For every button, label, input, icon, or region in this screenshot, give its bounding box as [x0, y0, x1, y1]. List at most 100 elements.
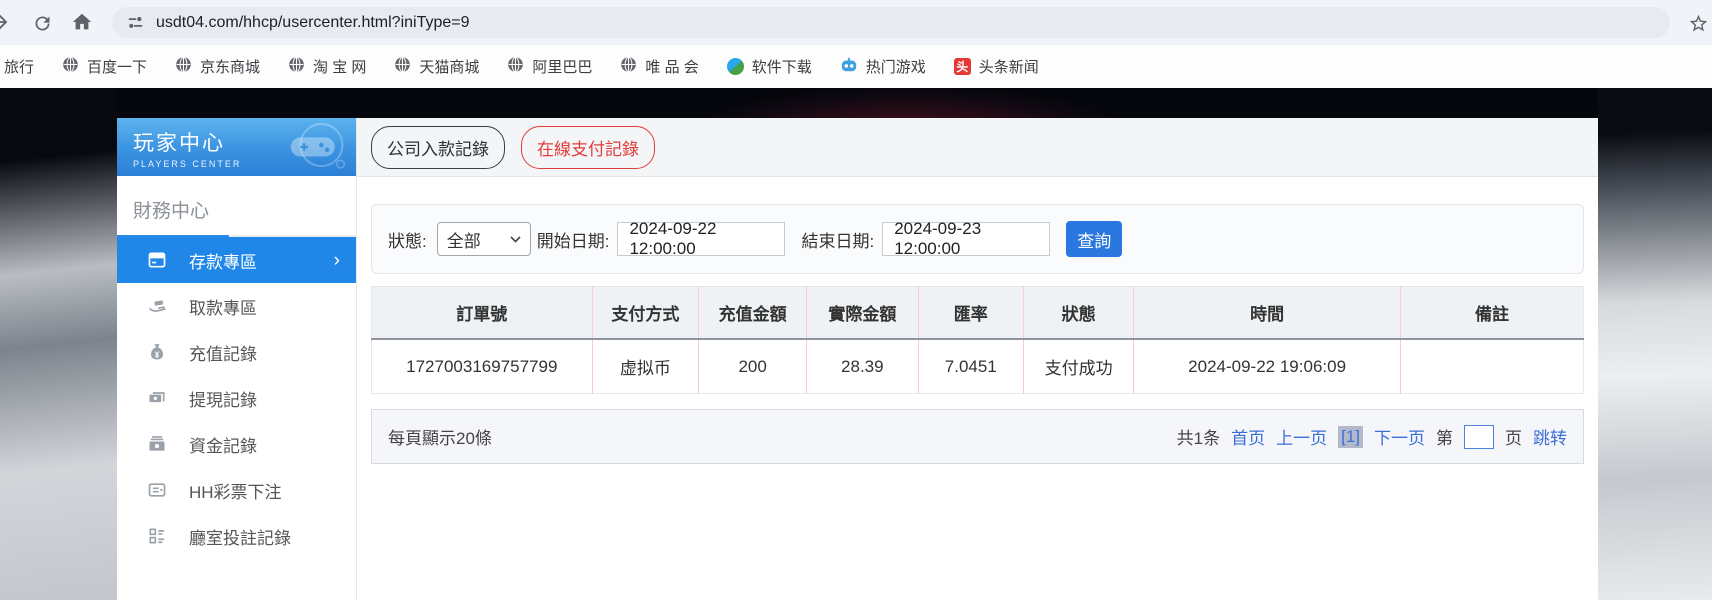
table-row: 1727003169757799 虚拟币 200 28.39 7.0451 支付…	[371, 339, 1584, 394]
sidebar-item-withdrawal-record[interactable]: 提現記錄	[117, 375, 356, 421]
background-left-strip	[0, 88, 117, 600]
tab-company-deposit-record[interactable]: 公司入款記錄	[371, 125, 505, 169]
prev-page-link[interactable]: 上一页	[1276, 424, 1327, 449]
cell-time: 2024-09-22 19:06:09	[1133, 339, 1401, 394]
sidebar-item-label: 存款專區	[189, 252, 257, 272]
content-panel: 玩家中心 PLAYERS CENTER 財務中心 存款專區 › 取款專區 充值記…	[117, 118, 1598, 600]
start-date-input[interactable]: 2024-09-22 12:00:00	[617, 219, 786, 258]
table-header-row: 訂單號 支付方式 充值金額 實際金額 匯率 狀態 時間 備註	[371, 286, 1584, 340]
bookmark-item[interactable]: 京东商城	[175, 56, 260, 77]
address-bar[interactable]: usdt04.com/hhcp/usercenter.html?iniType=…	[112, 7, 1670, 38]
site-settings-icon[interactable]	[127, 14, 144, 31]
status-select[interactable]: 全部	[436, 222, 531, 256]
bookmark-label: 热门游戏	[865, 59, 926, 76]
cell-status: 支付成功	[1023, 339, 1135, 394]
page-suffix-text: 页	[1505, 429, 1522, 448]
cell-recharge-amount: 200	[698, 339, 808, 394]
cell-exchange-rate: 7.0451	[918, 339, 1025, 394]
bookmark-label: 京东商城	[200, 59, 261, 76]
bookmark-item[interactable]: 淘 宝 网	[288, 56, 366, 77]
bookmark-item[interactable]: 百度一下	[62, 56, 147, 77]
jump-link[interactable]: 跳转	[1533, 424, 1567, 449]
bookmark-label: 淘 宝 网	[313, 59, 367, 76]
col-remark: 備註	[1400, 286, 1584, 340]
sidebar-item-room-bet-record[interactable]: 廳室投註記錄	[117, 513, 356, 559]
col-order-number: 訂單號	[371, 286, 593, 340]
bookmark-label: 软件下载	[751, 59, 812, 76]
col-time: 時間	[1133, 286, 1401, 340]
end-date-label: 結束日期:	[801, 231, 875, 251]
end-date-input[interactable]: 2024-09-23 12:00:00	[882, 219, 1051, 258]
start-date-label: 開始日期:	[536, 231, 610, 251]
wallet-card-icon	[147, 388, 167, 408]
sidebar-item-hh-lottery-bets[interactable]: HH彩票下注	[117, 467, 356, 513]
sidebar-item-label: 充值記錄	[189, 344, 257, 364]
sidebar-item-funds-record[interactable]: 資金記錄	[117, 421, 356, 467]
bookmark-item[interactable]: 软件下载	[726, 56, 812, 77]
sidebar-item-label: 提現記錄	[189, 390, 257, 410]
forward-icon[interactable]	[0, 10, 12, 34]
tab-online-payment-record[interactable]: 在線支付記錄	[521, 125, 655, 169]
ticket-list-icon	[147, 480, 167, 500]
sidebar-item-withdraw-zone[interactable]: 取款專區	[117, 283, 356, 329]
bookmark-item[interactable]: 阿里巴巴	[507, 56, 592, 77]
refresh-icon[interactable]	[30, 11, 54, 35]
status-label: 狀態:	[388, 231, 427, 251]
first-page-link[interactable]: 首页	[1231, 424, 1265, 449]
record-tabs: 公司入款記錄 在線支付記錄	[357, 118, 1598, 177]
col-status: 狀態	[1023, 286, 1135, 340]
bookmark-label: 唯 品 会	[645, 59, 699, 76]
home-icon[interactable]	[70, 10, 94, 34]
per-page-text: 每頁顯示20條	[388, 429, 492, 448]
hand-money-icon	[147, 296, 167, 316]
bookmark-item[interactable]: 旅行	[4, 56, 34, 77]
globe-icon	[394, 56, 411, 77]
url-text[interactable]: usdt04.com/hhcp/usercenter.html?iniType=…	[156, 14, 470, 32]
sidebar-item-deposit-zone[interactable]: 存款專區 ›	[117, 237, 356, 283]
col-actual-amount: 實際金額	[806, 286, 919, 340]
bookmark-item[interactable]: 头头条新闻	[953, 56, 1039, 77]
background-right-strip	[1598, 88, 1712, 600]
globe-icon	[62, 56, 79, 77]
globe-icon	[175, 56, 192, 77]
section-divider	[117, 235, 356, 237]
page-background: 玩家中心 PLAYERS CENTER 財務中心 存款專區 › 取款專區 充值記…	[0, 88, 1712, 600]
sidebar-item-label: 資金記錄	[189, 436, 257, 456]
bookmark-item[interactable]: 天猫商城	[394, 56, 479, 77]
cell-payment-method: 虚拟币	[592, 339, 700, 394]
sidebar-header: 玩家中心 PLAYERS CENTER	[117, 118, 356, 176]
banknote-icon	[147, 434, 167, 454]
globe-icon	[288, 56, 305, 77]
main-area: 公司入款記錄 在線支付記錄 狀態: 全部 開始日期: 2024-09-22 12…	[357, 118, 1598, 600]
gamepad-icon	[264, 120, 352, 176]
filter-bar: 狀態: 全部 開始日期: 2024-09-22 12:00:00 結束日期: 2…	[371, 204, 1584, 274]
col-recharge-amount: 充值金額	[698, 286, 808, 340]
deposit-card-icon	[147, 250, 167, 270]
bookmark-star-icon[interactable]	[1686, 11, 1710, 35]
sidebar-item-label: 取款專區	[189, 298, 257, 318]
col-payment-method: 支付方式	[592, 286, 700, 340]
bookmark-item[interactable]: 唯 品 会	[620, 56, 699, 77]
records-table: 訂單號 支付方式 充值金額 實際金額 匯率 狀態 時間 備註 172700316…	[371, 286, 1584, 394]
section-divider-accent	[117, 235, 229, 237]
page-jump-input[interactable]	[1464, 424, 1494, 449]
current-page-indicator: [1]	[1338, 425, 1363, 448]
page-prefix-text: 第	[1436, 429, 1453, 448]
bookmark-item[interactable]: 热门游戏	[840, 56, 926, 78]
sidebar-menu: 存款專區 › 取款專區 充值記錄 提現記錄 資金記錄 HH彩票下注 廳室投註記錄	[117, 237, 356, 559]
query-button[interactable]: 查詢	[1066, 221, 1123, 257]
bookmark-label: 天猫商城	[419, 59, 480, 76]
next-page-link[interactable]: 下一页	[1374, 424, 1425, 449]
globe-icon	[507, 56, 524, 77]
browser-window: usdt04.com/hhcp/usercenter.html?iniType=…	[0, 0, 1712, 600]
bookmark-label: 阿里巴巴	[532, 59, 593, 76]
sidebar: 玩家中心 PLAYERS CENTER 財務中心 存款專區 › 取款專區 充值記…	[117, 118, 357, 600]
sidebar-item-label: HH彩票下注	[189, 482, 282, 502]
bookmark-label: 百度一下	[87, 59, 148, 76]
grid-list-icon	[147, 526, 167, 546]
bookmarks-bar: 旅行 百度一下 京东商城 淘 宝 网 天猫商城 阿里巴巴 唯 品 会 软件下载 …	[0, 45, 1712, 89]
toutiao-icon: 头	[953, 58, 971, 75]
pagination-bar: 每頁顯示20條 共1条 首页 上一页 [1] 下一页 第 页 跳转	[371, 409, 1584, 464]
sidebar-item-recharge-record[interactable]: 充值記錄	[117, 329, 356, 375]
bookmark-label: 旅行	[4, 59, 35, 76]
